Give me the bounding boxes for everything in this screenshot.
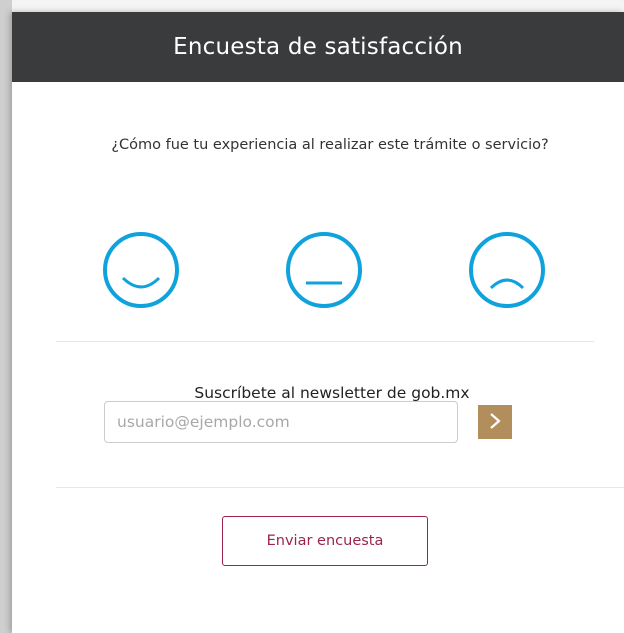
backdrop-left-strip [0,0,12,633]
divider [56,341,594,342]
rating-faces [12,230,624,310]
newsletter-label: Suscríbete al newsletter de gob.mx [194,384,470,402]
sad-face-icon[interactable] [467,230,547,310]
send-survey-button[interactable]: Enviar encuesta [222,516,428,566]
newsletter-submit-button[interactable] [478,405,512,439]
divider [56,487,624,488]
neutral-face-icon[interactable] [284,230,364,310]
newsletter-email-input[interactable] [104,401,458,443]
modal-title: Encuesta de satisfacción [173,34,463,60]
chevron-right-icon [488,412,502,433]
satisfaction-survey-modal: Encuesta de satisfacción ¿Cómo fue tu ex… [12,12,624,633]
happy-face-icon[interactable] [101,230,181,310]
survey-question: ¿Cómo fue tu experiencia al realizar est… [111,137,549,153]
backdrop-top-strip [0,0,624,12]
modal-header: Encuesta de satisfacción [12,12,624,82]
